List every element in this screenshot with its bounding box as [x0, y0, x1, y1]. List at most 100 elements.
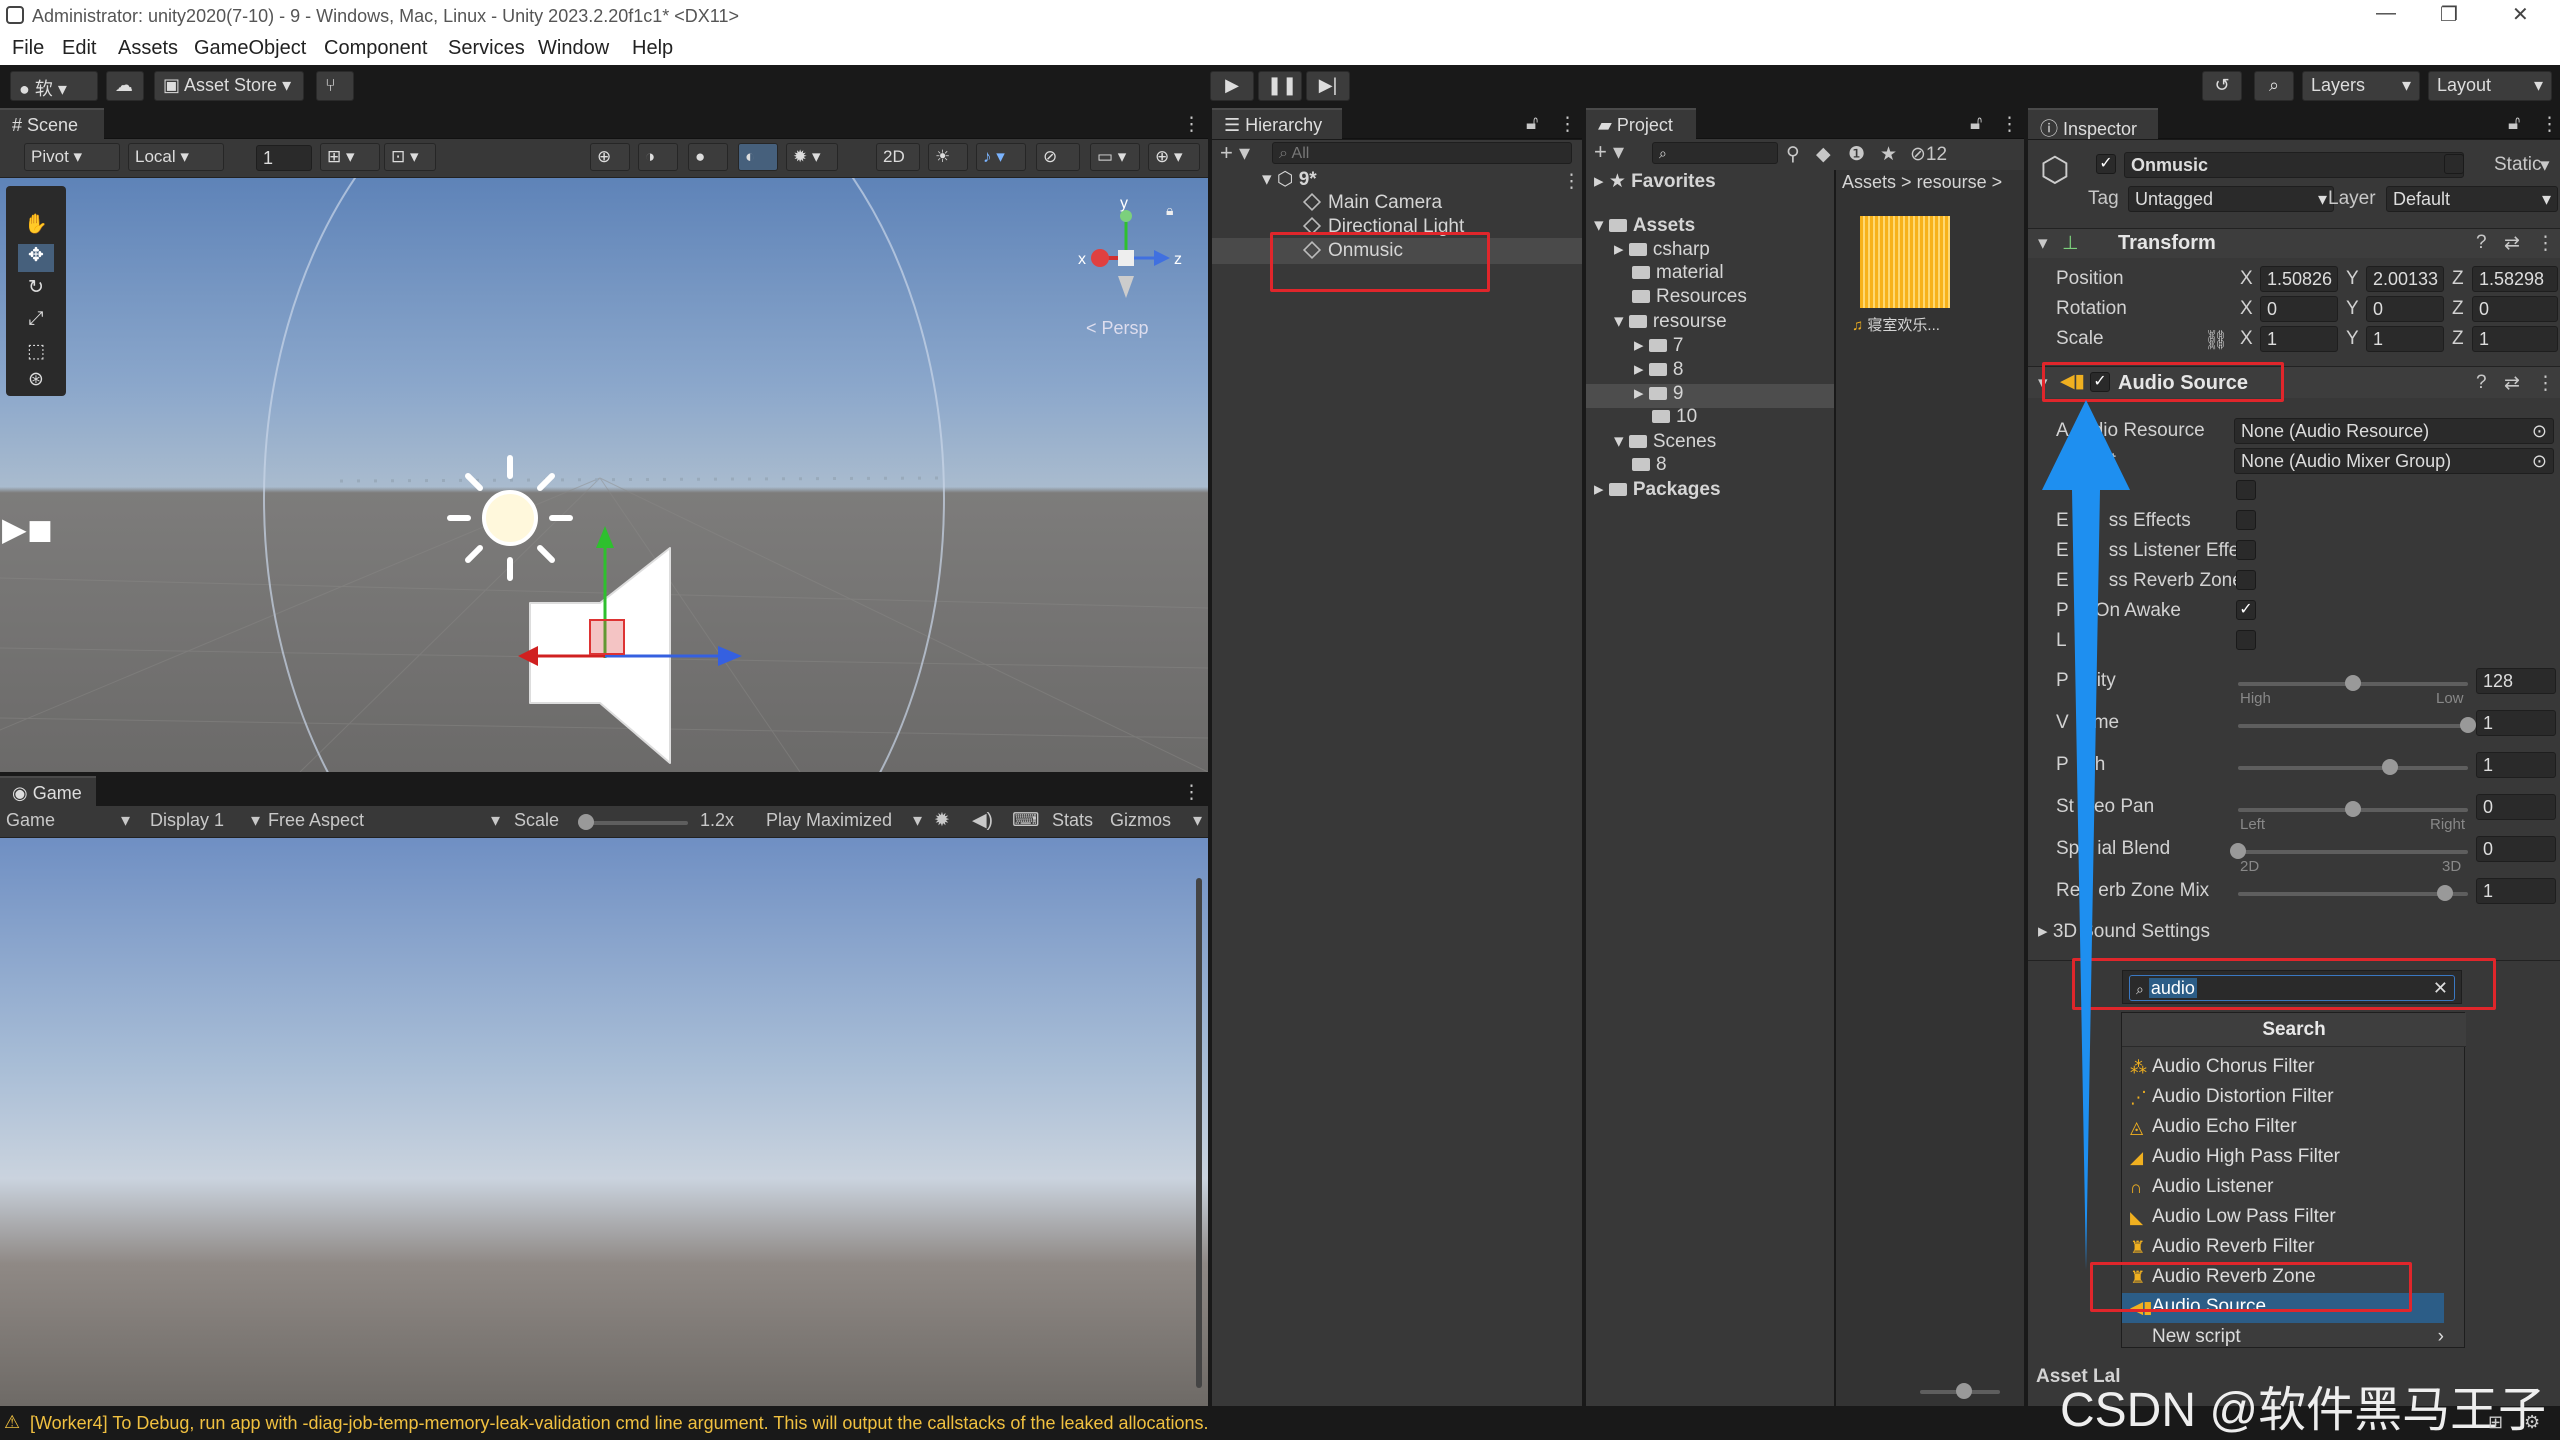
status-bar[interactable]: ⚠ [Worker4] To Debug, run app with -diag… [0, 1384, 2560, 1440]
rotation-y-field[interactable]: 0 [2366, 296, 2444, 322]
component-search-input[interactable]: ⌕ audio ✕ [2129, 975, 2455, 1001]
pitch-slider-knob[interactable] [2381, 759, 2398, 775]
more-menu-icon[interactable]: ⋮ [1182, 781, 1201, 804]
tag-dropdown[interactable]: Untagged ▾ [2128, 186, 2334, 212]
undo-history-button[interactable]: ↺ [2202, 71, 2242, 101]
result-audio-low-pass-filter[interactable]: ◣ Audio Low Pass Filter [2122, 1203, 2466, 1233]
folder-resourse[interactable]: ▾ resourse [1614, 310, 1727, 333]
keyboard-icon[interactable]: ⌨ [1012, 809, 1039, 832]
hand-tool-icon[interactable]: ✋ [18, 212, 54, 240]
preset-icon[interactable]: ⇄ [2504, 372, 2520, 395]
play-button[interactable]: ▶ [1210, 71, 1254, 101]
game-view-dropdown[interactable]: Game ▾ [6, 810, 130, 831]
layer-dropdown[interactable]: Default ▾ [2386, 186, 2558, 212]
play-on-awake-checkbox[interactable]: ✓ [2236, 600, 2256, 620]
menu-file[interactable]: File [12, 37, 44, 60]
draw-mode-wire-button[interactable]: ⊕ [590, 143, 630, 171]
audio-waveform-thumbnail[interactable] [1860, 216, 1950, 308]
menu-assets[interactable]: Assets [118, 37, 178, 60]
tab-game[interactable]: ◉ Game [0, 776, 96, 807]
lock-icon[interactable]: 🔓︎ [1970, 113, 1982, 135]
tab-hierarchy[interactable]: ☰ Hierarchy [1212, 108, 1342, 139]
result-audio-listener[interactable]: ∩ Audio Listener [2122, 1173, 2466, 1203]
folder-resources[interactable]: Resources [1632, 286, 1747, 308]
active-checkbox[interactable]: ✓ [2096, 154, 2116, 174]
tab-scene[interactable]: # Scene [0, 108, 104, 139]
persp-label[interactable]: < Persp [1086, 318, 1149, 339]
create-dropdown[interactable]: + ▾ [1220, 140, 1250, 166]
clear-search-icon[interactable]: ✕ [2433, 978, 2448, 999]
static-dropdown-icon[interactable]: ▾ [2540, 154, 2550, 177]
search-by-label-icon[interactable]: ◆ [1816, 143, 1831, 166]
project-search-input[interactable]: ⌕ [1652, 142, 1778, 164]
position-y-field[interactable]: 2.00133 [2366, 266, 2444, 292]
folder-scenes[interactable]: ▾ Scenes [1614, 430, 1716, 453]
gizmos-dropdown[interactable]: ⊕ ▾ [1148, 143, 1200, 171]
folder-material[interactable]: material [1632, 262, 1724, 284]
spatial-blend-field[interactable]: 0 [2476, 836, 2556, 862]
result-audio-distortion-filter[interactable]: ⋰ Audio Distortion Filter [2122, 1083, 2466, 1113]
more-menu-icon[interactable]: ⋮ [1182, 113, 1201, 136]
help-icon[interactable]: ? [2476, 232, 2487, 254]
game-viewport[interactable] [0, 838, 1208, 1406]
menu-services[interactable]: Services [448, 37, 525, 60]
volume-field[interactable]: 1 [2476, 710, 2556, 736]
menu-component[interactable]: Component [324, 37, 427, 60]
minimize-button[interactable]: — [2376, 2, 2396, 25]
object-picker-icon[interactable]: ⊙ [2532, 451, 2547, 472]
transform-tool-icon[interactable]: ⊛ [18, 368, 54, 396]
toggle-2d-button[interactable]: 2D [876, 143, 920, 171]
volume-slider[interactable] [2238, 724, 2468, 728]
preset-icon[interactable]: ⇄ [2504, 232, 2520, 255]
bypass-effects-checkbox[interactable] [2236, 510, 2256, 530]
result-audio-echo-filter[interactable]: ◬ Audio Echo Filter [2122, 1113, 2466, 1143]
visibility-toggle-button[interactable]: ⊘ [1036, 143, 1080, 171]
pitch-slider[interactable] [2238, 766, 2468, 770]
orientation-gizmo[interactable]: x y z [1070, 198, 1190, 338]
position-x-field[interactable]: 1.50826 [2260, 266, 2338, 292]
reverb-zone-mix-slider[interactable] [2238, 892, 2468, 896]
close-button[interactable]: ✕ [2512, 2, 2529, 27]
audio-resource-field[interactable]: None (Audio Resource) ⊙ [2234, 418, 2554, 444]
hierarchy-search-input[interactable]: ⌕ All [1272, 142, 1572, 164]
output-field[interactable]: None (Audio Mixer Group) ⊙ [2234, 448, 2554, 474]
asset-store-button[interactable]: ▣ Asset Store ▾ [154, 71, 304, 101]
stats-button[interactable]: Stats [1052, 810, 1093, 831]
link-scale-icon[interactable]: ⛓ [2204, 328, 2228, 352]
debug-mode-icon[interactable]: ⚙ [2524, 1412, 2540, 1433]
aspect-dropdown[interactable]: Free Aspect ▾ [268, 810, 500, 831]
scene-root[interactable]: ▾ ⬡ 9* [1262, 168, 1317, 191]
result-audio-chorus-filter[interactable]: ⁂ Audio Chorus Filter [2122, 1053, 2466, 1083]
object-picker-icon[interactable]: ⊙ [2532, 421, 2547, 442]
search-button[interactable]: ⌕ [2254, 71, 2294, 101]
account-button[interactable]: ● 软 ▾ [10, 71, 98, 101]
assets-folder[interactable]: ▾ Assets [1594, 214, 1695, 237]
more-menu-icon[interactable]: ⋮ [1558, 113, 1577, 136]
lock-icon[interactable]: 🔒︎ [1166, 202, 1173, 219]
debug-draw-button[interactable]: ✹ ▾ [786, 143, 838, 171]
grid-size-field[interactable]: 1 [256, 145, 312, 171]
game-scrollbar[interactable] [1196, 878, 1202, 1388]
more-menu-icon[interactable]: ⋮ [2540, 113, 2559, 136]
move-tool-icon[interactable]: ✥ [18, 244, 54, 272]
mute-audio-icon[interactable]: ◀) [972, 809, 993, 832]
audio-toggle-button[interactable]: ♪ ▾ [976, 143, 1026, 171]
audio-source-gizmo-icon[interactable] [510, 508, 750, 772]
spatial-blend-slider-knob[interactable] [2230, 843, 2246, 859]
folder-8[interactable]: ▸ 8 [1634, 358, 1683, 381]
audio-asset-label[interactable]: ♫ 寝室欢乐... [1852, 314, 1940, 335]
display-dropdown[interactable]: Display 1 ▾ [150, 810, 260, 831]
layout-dropdown[interactable]: Layout ▾ [2428, 71, 2552, 101]
menu-window[interactable]: Window [538, 37, 609, 60]
stereo-pan-field[interactable]: 0 [2476, 794, 2556, 820]
bug-icon[interactable]: ✹ [934, 809, 950, 832]
gizmos-dropdown[interactable]: Gizmos ▾ [1110, 810, 1202, 831]
camera-settings-button[interactable]: ▭ ▾ [1090, 143, 1140, 171]
folder-7[interactable]: ▸ 7 [1634, 334, 1683, 357]
lock-icon[interactable]: 🔓︎ [2508, 113, 2520, 135]
more-menu-icon[interactable]: ⋮ [2000, 113, 2019, 136]
object-name-field[interactable]: Onmusic [2124, 152, 2464, 178]
static-checkbox[interactable] [2444, 154, 2464, 174]
pitch-field[interactable]: 1 [2476, 752, 2556, 778]
lock-icon[interactable]: 🔓︎ [1526, 113, 1538, 135]
